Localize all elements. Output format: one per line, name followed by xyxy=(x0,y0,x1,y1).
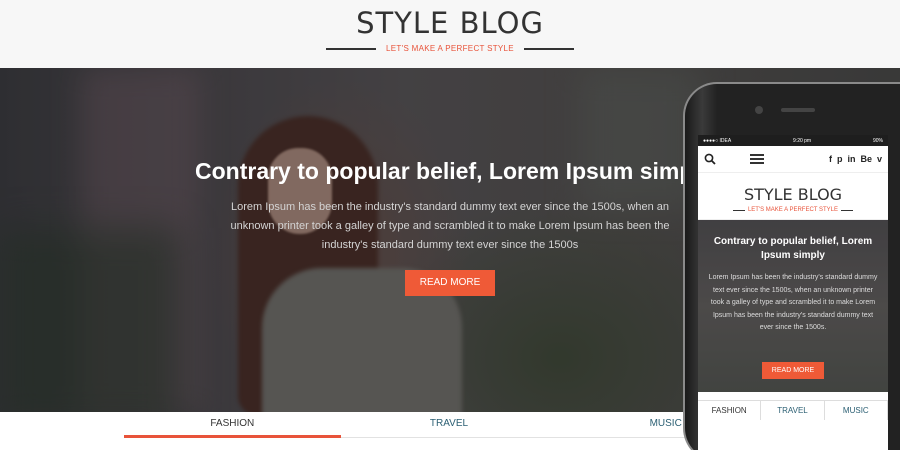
mobile-nav: f p in Be v xyxy=(698,146,888,173)
mobile-tab-music[interactable]: MUSIC xyxy=(824,400,888,420)
mobile-hero-description: Lorem Ipsum has been the industry's stan… xyxy=(708,274,878,331)
vimeo-icon[interactable]: v xyxy=(877,154,882,164)
behance-icon[interactable]: Be xyxy=(860,154,872,164)
tagline-divider-left xyxy=(326,47,377,50)
mobile-battery: 90% xyxy=(872,137,883,144)
menu-icon[interactable] xyxy=(750,154,764,164)
tagline-row: LET'S MAKE A PERFECT STYLE xyxy=(0,44,900,53)
tagline: LET'S MAKE A PERFECT STYLE xyxy=(386,44,514,53)
search-icon[interactable] xyxy=(704,153,716,165)
mobile-time: 9:20 pm xyxy=(793,137,812,144)
mobile-tagline: LET'S MAKE A PERFECT STYLE xyxy=(747,207,839,213)
mobile-logo[interactable]: STYLE BLOG xyxy=(698,185,888,204)
pinterest-icon[interactable]: p xyxy=(837,154,843,164)
mobile-read-more-button[interactable]: READ MORE xyxy=(762,362,824,379)
phone-screen: ●●●●○ IDEA 9:20 pm 90% f p in Be v STYLE… xyxy=(698,135,888,450)
linkedin-icon[interactable]: in xyxy=(847,154,855,164)
hero-title: Contrary to popular belief, Lorem Ipsum … xyxy=(195,158,713,184)
mobile-status-bar: ●●●●○ IDEA 9:20 pm 90% xyxy=(698,135,888,146)
tab-travel[interactable]: TRAVEL xyxy=(340,412,558,438)
facebook-icon[interactable]: f xyxy=(829,154,832,164)
mobile-category-tabs: FASHION TRAVEL MUSIC xyxy=(698,400,888,420)
site-header: STYLE BLOG LET'S MAKE A PERFECT STYLE xyxy=(0,0,900,68)
mobile-hero-title: Contrary to popular belief, Lorem Ipsum … xyxy=(713,236,873,261)
site-logo[interactable]: STYLE BLOG xyxy=(0,6,900,40)
mobile-carrier: ●●●●○ IDEA xyxy=(703,137,732,144)
read-more-button[interactable]: READ MORE xyxy=(405,270,495,296)
page: STYLE BLOG LET'S MAKE A PERFECT STYLE Co… xyxy=(0,0,900,450)
mobile-tab-fashion[interactable]: FASHION xyxy=(698,400,762,420)
tab-fashion[interactable]: FASHION xyxy=(124,412,341,438)
tagline-divider-right xyxy=(523,47,574,50)
hero-description: Lorem Ipsum has been the industry's stan… xyxy=(230,201,670,251)
mobile-tagline-divider-right xyxy=(841,209,854,211)
mobile-social-links: f p in Be v xyxy=(829,154,882,164)
mobile-tagline-row: LET'S MAKE A PERFECT STYLE xyxy=(698,207,888,213)
mobile-hero: Contrary to popular belief, Lorem Ipsum … xyxy=(698,220,888,392)
phone-mockup: ●●●●○ IDEA 9:20 pm 90% f p in Be v STYLE… xyxy=(683,82,900,450)
mobile-header: STYLE BLOG LET'S MAKE A PERFECT STYLE xyxy=(698,173,888,220)
mobile-tagline-divider-left xyxy=(732,209,745,211)
mobile-tab-travel[interactable]: TRAVEL xyxy=(761,400,825,420)
phone-speaker xyxy=(781,108,815,112)
category-tabs: FASHION TRAVEL MUSIC xyxy=(124,412,775,450)
phone-camera xyxy=(755,106,763,114)
